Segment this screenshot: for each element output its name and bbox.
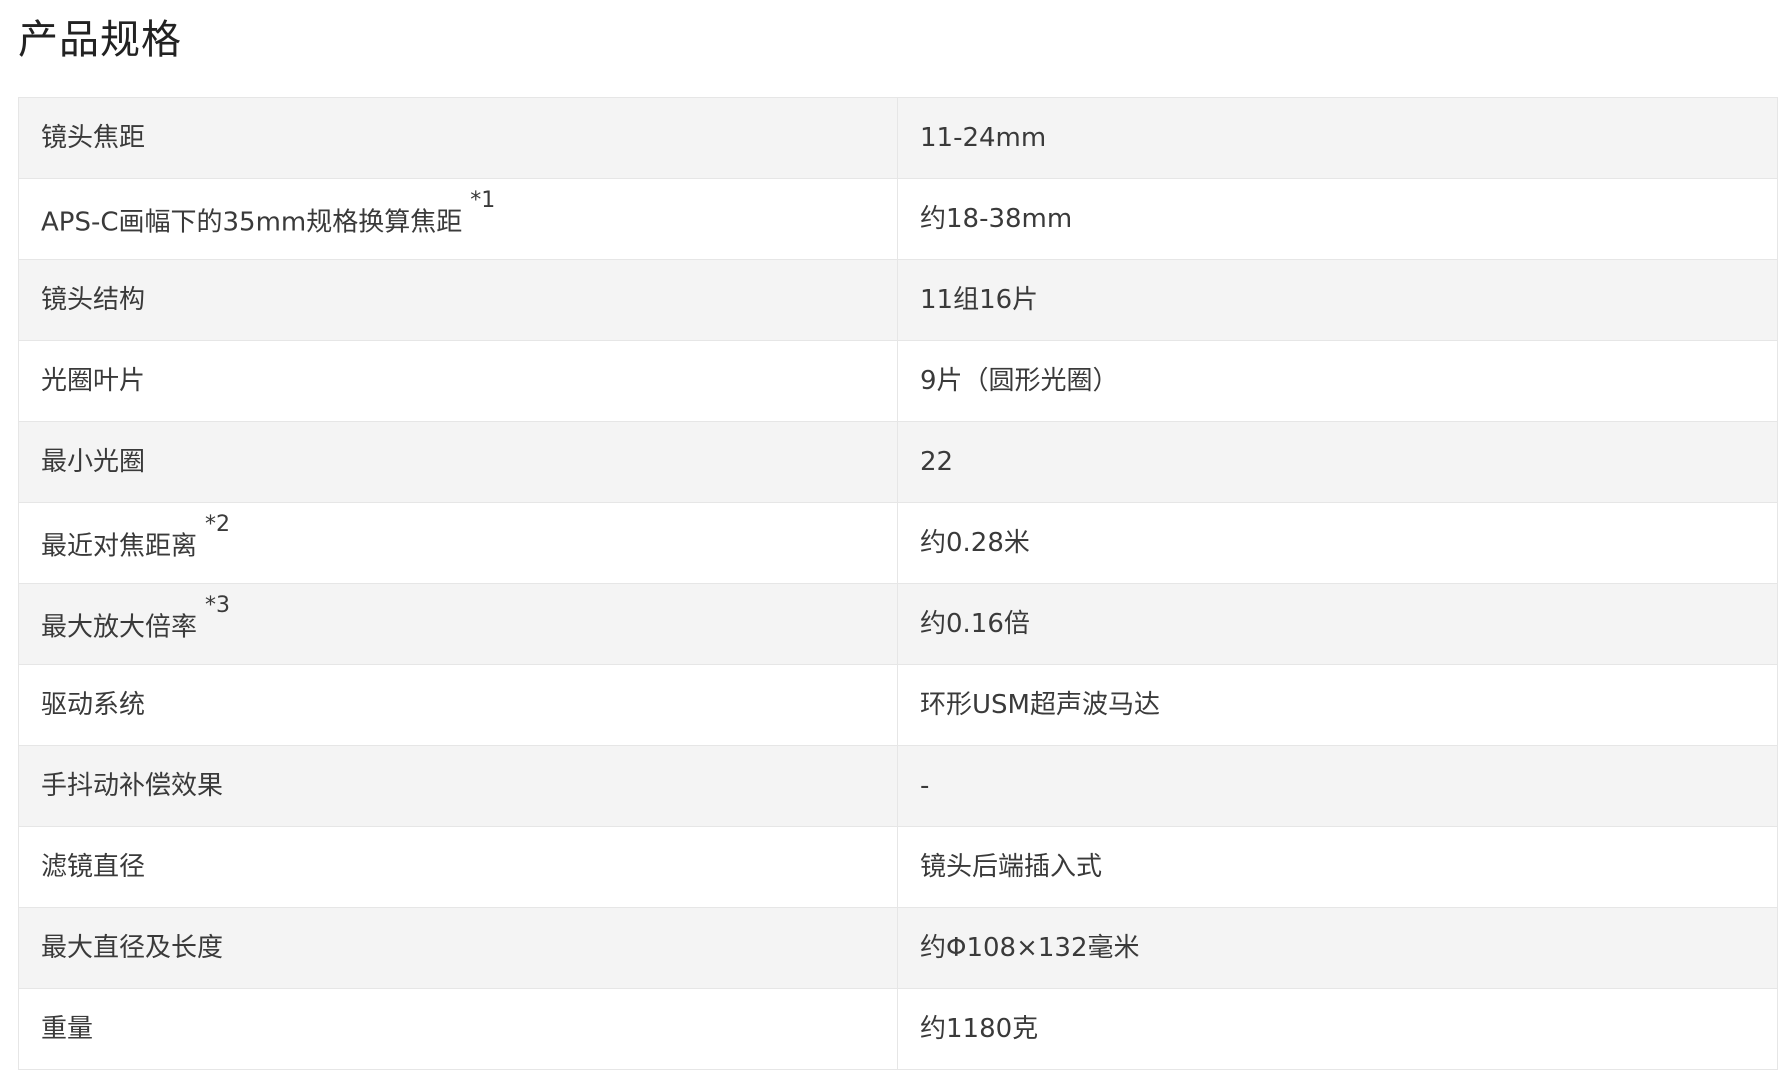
spec-label: 最近对焦距离 *2 bbox=[18, 502, 898, 584]
spec-value: - bbox=[897, 745, 1778, 827]
spec-table: 镜头焦距 11-24mm APS-C画幅下的35mm规格换算焦距 *1 约18-3… bbox=[18, 97, 1778, 1070]
spec-label-text: 光圈叶片 bbox=[41, 366, 146, 396]
table-row: 滤镜直径 镜头后端插入式 bbox=[18, 826, 1778, 908]
spec-label: 最小光圈 bbox=[18, 421, 898, 503]
table-row: 手抖动补偿效果 - bbox=[18, 745, 1778, 827]
spec-label-text: 驱动系统 bbox=[41, 690, 146, 720]
table-row: 重量 约1180克 bbox=[18, 988, 1778, 1070]
spec-value: 约Φ108×132毫米 bbox=[897, 907, 1778, 989]
footnote-marker: *1 bbox=[470, 188, 496, 214]
spec-value: 镜头后端插入式 bbox=[897, 826, 1778, 908]
table-row: 镜头焦距 11-24mm bbox=[18, 97, 1778, 179]
table-row: 驱动系统 环形USM超声波马达 bbox=[18, 664, 1778, 746]
spec-page: 产品规格 镜头焦距 11-24mm APS-C画幅下的35mm规格换算焦距 *1 … bbox=[0, 0, 1782, 1090]
page-title: 产品规格 bbox=[18, 17, 182, 63]
table-row: 最小光圈 22 bbox=[18, 421, 1778, 503]
spec-label: 重量 bbox=[18, 988, 898, 1070]
spec-label: 最大直径及长度 bbox=[18, 907, 898, 989]
spec-label-text: 滤镜直径 bbox=[41, 852, 146, 882]
spec-label: 光圈叶片 bbox=[18, 340, 898, 422]
spec-value: 11-24mm bbox=[897, 97, 1778, 179]
spec-value: 22 bbox=[897, 421, 1778, 503]
spec-label-text: 镜头结构 bbox=[41, 285, 146, 315]
spec-value: 约18-38mm bbox=[897, 178, 1778, 260]
spec-label: 手抖动补偿效果 bbox=[18, 745, 898, 827]
spec-label-text: 最大直径及长度 bbox=[41, 933, 224, 963]
spec-value: 约0.16倍 bbox=[897, 583, 1778, 665]
spec-value: 约0.28米 bbox=[897, 502, 1778, 584]
spec-label: APS-C画幅下的35mm规格换算焦距 *1 bbox=[18, 178, 898, 260]
spec-label-text: 镜头焦距 bbox=[41, 123, 146, 153]
spec-label-text: 最近对焦距离 bbox=[41, 531, 198, 562]
spec-value: 环形USM超声波马达 bbox=[897, 664, 1778, 746]
spec-value: 11组16片 bbox=[897, 259, 1778, 341]
spec-label-text: 最大放大倍率 bbox=[41, 612, 198, 643]
spec-value: 约1180克 bbox=[897, 988, 1778, 1070]
table-row: APS-C画幅下的35mm规格换算焦距 *1 约18-38mm bbox=[18, 178, 1778, 260]
spec-label: 最大放大倍率 *3 bbox=[18, 583, 898, 665]
spec-label: 镜头焦距 bbox=[18, 97, 898, 179]
spec-label-text: APS-C画幅下的35mm规格换算焦距 bbox=[41, 207, 463, 238]
table-row: 最大直径及长度 约Φ108×132毫米 bbox=[18, 907, 1778, 989]
spec-label: 滤镜直径 bbox=[18, 826, 898, 908]
footnote-marker: *3 bbox=[205, 593, 231, 619]
spec-value: 9片（圆形光圈） bbox=[897, 340, 1778, 422]
table-row: 光圈叶片 9片（圆形光圈） bbox=[18, 340, 1778, 422]
spec-label: 镜头结构 bbox=[18, 259, 898, 341]
spec-label-text: 最小光圈 bbox=[41, 447, 146, 477]
spec-label-text: 重量 bbox=[41, 1014, 94, 1044]
spec-label-text: 手抖动补偿效果 bbox=[41, 771, 224, 801]
footnote-marker: *2 bbox=[205, 512, 231, 538]
table-row: 最大放大倍率 *3 约0.16倍 bbox=[18, 583, 1778, 665]
table-row: 镜头结构 11组16片 bbox=[18, 259, 1778, 341]
table-row: 最近对焦距离 *2 约0.28米 bbox=[18, 502, 1778, 584]
spec-label: 驱动系统 bbox=[18, 664, 898, 746]
